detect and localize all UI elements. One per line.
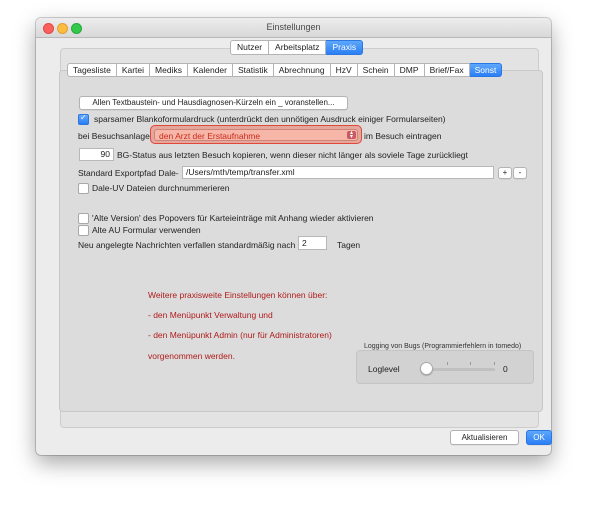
messages-days-input[interactable]: 2	[298, 236, 327, 250]
info-line-3: - den Menüpunkt Admin (nur für Administr…	[148, 330, 332, 340]
logging-title: Logging von Bugs (Programmierfehlern in …	[364, 343, 522, 350]
loglevel-value: 0	[503, 364, 508, 374]
prefix-shortcuts-button[interactable]: Allen Textbaustein- und Hausdiagnosen-Kü…	[79, 96, 348, 110]
top-tab-bar: Nutzer Arbeitsplatz Praxis	[230, 40, 364, 55]
tab-sonst[interactable]: Sonst	[469, 63, 503, 77]
tab-tagesliste[interactable]: Tagesliste	[67, 63, 117, 77]
window-title: Einstellungen	[266, 22, 321, 32]
bg-status-label: BG-Status aus letzten Besuch kopieren, w…	[117, 150, 468, 160]
export-path-input[interactable]: /Users/mth/temp/transfer.xml	[182, 166, 494, 179]
export-path-label: Standard Exportpfad Dale-	[78, 168, 179, 178]
tab-statistik[interactable]: Statistik	[233, 63, 274, 77]
tab-dmp[interactable]: DMP	[394, 63, 425, 77]
blank-form-checkbox[interactable]	[78, 113, 89, 125]
title-bar: Einstellungen	[36, 18, 551, 38]
tab-arbeitsplatz[interactable]: Arbeitsplatz	[269, 40, 327, 55]
loglevel-slider-thumb[interactable]	[420, 362, 433, 375]
tab-kartei[interactable]: Kartei	[116, 63, 151, 77]
tab-praxis[interactable]: Praxis	[326, 40, 364, 55]
messages-expiry-label: Neu angelegte Nachrichten verfallen stan…	[78, 240, 296, 250]
alte-au-label: Alte AU Formular verwenden	[92, 225, 201, 235]
refresh-button[interactable]: Aktualisieren	[450, 430, 519, 445]
tab-hzv[interactable]: HzV	[330, 63, 358, 77]
info-line-2: - den Menüpunkt Verwaltung und	[148, 310, 273, 320]
visit-select-value: den Arzt der Erstaufnahme	[159, 131, 261, 141]
blank-form-label: sparsamer Blankoformulardruck (unterdrüc…	[94, 114, 446, 124]
remove-path-button[interactable]: -	[513, 167, 527, 179]
alte-version-label: 'Alte Version' des Popovers für Karteiei…	[92, 213, 374, 223]
tab-abrechnung[interactable]: Abrechnung	[273, 63, 331, 77]
loglevel-slider-track[interactable]	[425, 368, 495, 371]
visit-suffix-label: im Besuch eintragen	[364, 131, 442, 141]
loglevel-label: Loglevel	[368, 364, 400, 374]
tab-mediks[interactable]: Mediks	[150, 63, 188, 77]
alte-version-checkbox[interactable]	[78, 213, 89, 224]
visit-doctor-select[interactable]: den Arzt der Erstaufnahme ▴ ▾	[154, 129, 358, 141]
bg-days-input[interactable]: 90	[79, 148, 114, 161]
info-line-4: vorgenommen werden.	[148, 351, 235, 361]
chevron-updown-icon: ▴ ▾	[347, 130, 356, 140]
alte-au-checkbox[interactable]	[78, 225, 89, 236]
sub-tab-bar: Tagesliste Kartei Mediks Kalender Statis…	[67, 63, 503, 77]
tab-schein[interactable]: Schein	[357, 63, 395, 77]
tab-kalender[interactable]: Kalender	[187, 63, 233, 77]
messages-unit-label: Tagen	[337, 240, 361, 250]
dale-uv-label: Dale-UV Dateien durchnummerieren	[92, 183, 230, 193]
slider-tick	[494, 362, 495, 365]
ok-button[interactable]: OK	[526, 430, 552, 445]
dale-uv-checkbox[interactable]	[78, 183, 89, 194]
tab-brief-fax[interactable]: Brief/Fax	[424, 63, 470, 77]
tab-nutzer[interactable]: Nutzer	[230, 40, 270, 55]
slider-tick	[470, 362, 471, 365]
add-path-button[interactable]: +	[498, 167, 512, 179]
slider-tick	[447, 362, 448, 365]
visit-prefix-label: bei Besuchsanlage	[78, 131, 150, 141]
info-line-1: Weitere praxisweite Einstellungen können…	[148, 290, 328, 300]
